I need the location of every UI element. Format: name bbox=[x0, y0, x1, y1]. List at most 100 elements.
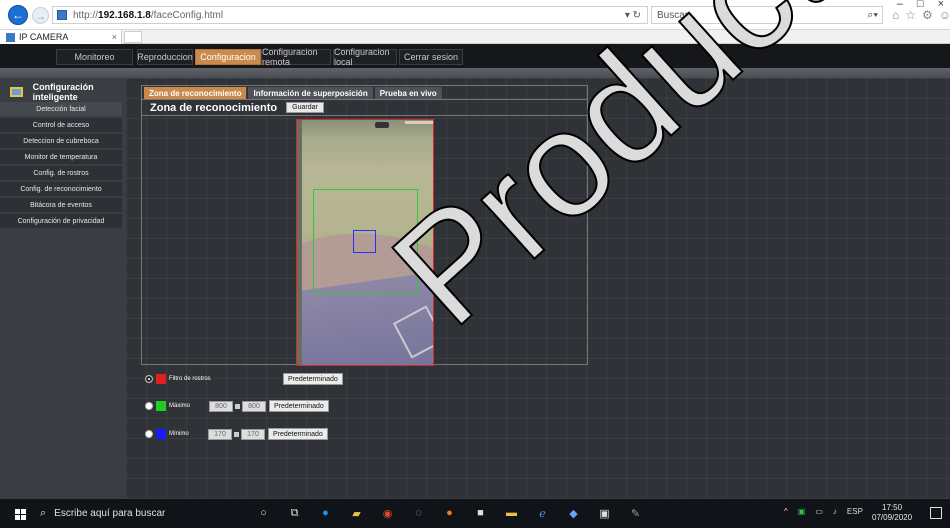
min-row: Mínimo 170 170 Predeterminado bbox=[145, 427, 328, 441]
file-explorer-icon[interactable]: ▰ bbox=[349, 506, 364, 520]
tool-icon[interactable]: ✎ bbox=[628, 506, 643, 520]
browser-address-bar: ← → http://192.168.1.8/faceConfig.html ▾… bbox=[0, 0, 950, 30]
maximize-icon[interactable]: □ bbox=[917, 0, 924, 10]
sidebar-item-bitacora[interactable]: Bitácora de eventos bbox=[0, 198, 122, 212]
min-width-input[interactable]: 170 bbox=[208, 428, 232, 440]
tab-informacion-superposicion[interactable]: Información de superposición bbox=[248, 87, 373, 99]
app-icon[interactable]: ◆ bbox=[566, 506, 581, 520]
network-icon[interactable]: ▭ bbox=[815, 507, 823, 516]
folder-icon[interactable]: ▬ bbox=[504, 506, 519, 520]
language-indicator[interactable]: ESP bbox=[847, 507, 863, 516]
browser-search-input[interactable]: Buscar... ⌕▾ bbox=[651, 6, 883, 24]
close-icon[interactable]: × bbox=[938, 0, 944, 10]
max-default-button[interactable]: Predeterminado bbox=[269, 400, 329, 412]
url-field[interactable]: http://192.168.1.8/faceConfig.html ▾ ↻ bbox=[52, 6, 648, 24]
tab-favicon-icon bbox=[6, 32, 15, 42]
firefox-icon[interactable]: ● bbox=[442, 506, 457, 520]
arrow-left-icon: ← bbox=[12, 8, 24, 22]
sidebar-item-deteccion-facial[interactable]: Detección facial bbox=[0, 102, 122, 116]
tab-prueba-en-vivo[interactable]: Prueba en vivo bbox=[374, 87, 442, 99]
windows-start-icon[interactable] bbox=[15, 509, 26, 520]
sidebar-item-config-rostros[interactable]: Config. de rostros bbox=[0, 166, 122, 180]
url-host: 192.168.1.8 bbox=[98, 9, 151, 21]
page-favicon-icon bbox=[57, 10, 67, 20]
new-tab-button[interactable] bbox=[124, 31, 142, 43]
min-height-input[interactable]: 170 bbox=[241, 428, 265, 440]
face-filter-default-button[interactable]: Predeterminado bbox=[283, 373, 343, 385]
min-face-zone[interactable] bbox=[353, 230, 376, 253]
tab-close-icon[interactable]: × bbox=[112, 32, 117, 42]
sidebar: Configuración inteligente Detección faci… bbox=[0, 78, 126, 499]
sidebar-menu: Detección facial Control de acceso Detec… bbox=[0, 100, 122, 230]
settings-gear-icon[interactable]: ⚙ bbox=[922, 8, 933, 22]
nav-configuracion[interactable]: Configuracion bbox=[195, 49, 261, 65]
home-icon[interactable]: ⌂ bbox=[892, 8, 899, 22]
camera-bar-shape bbox=[405, 121, 433, 124]
min-separator bbox=[234, 431, 239, 437]
nav-reproduccion[interactable]: Reproduccion bbox=[137, 49, 193, 65]
minimize-icon[interactable]: – bbox=[897, 0, 903, 10]
taskbar-clock[interactable]: 17:50 07/09/2020 bbox=[872, 503, 912, 523]
camera-fixture-shape bbox=[375, 122, 389, 128]
zone-header: Zona de reconocimiento Guardar bbox=[141, 100, 588, 116]
sidebar-item-config-reconocimiento[interactable]: Config. de reconocimiento bbox=[0, 182, 122, 196]
main-content: Zona de reconocimiento Información de su… bbox=[126, 78, 950, 499]
chevron-up-icon[interactable]: ^ bbox=[784, 507, 788, 516]
refresh-icon[interactable]: ▾ ↻ bbox=[625, 10, 641, 21]
face-filter-swatch bbox=[156, 374, 166, 384]
forward-button[interactable]: → bbox=[32, 7, 49, 24]
task-view-icon[interactable]: ⧉ bbox=[287, 506, 302, 520]
max-radio[interactable] bbox=[145, 402, 153, 410]
sidebar-item-cubreboca[interactable]: Deteccion de cubreboca bbox=[0, 134, 122, 148]
subtabs: Zona de reconocimiento Información de su… bbox=[141, 85, 588, 100]
system-tray: ^ ▣ ▭ ♪ ESP bbox=[784, 507, 863, 516]
browser-tab[interactable]: IP CAMERA × bbox=[0, 30, 122, 44]
nav-monitoreo[interactable]: Monitoreo bbox=[56, 49, 133, 65]
clock-time: 17:50 bbox=[882, 503, 903, 512]
nav-configuracion-remota[interactable]: Configuracion remota bbox=[261, 47, 331, 67]
chrome-icon[interactable]: ◉ bbox=[380, 506, 395, 520]
cortana-icon[interactable]: ○ bbox=[256, 506, 271, 520]
face-filter-row: Filtro de rostros Predeterminado bbox=[145, 372, 343, 386]
min-radio[interactable] bbox=[145, 430, 153, 438]
main-nav: Monitoreo Reproduccion Configuracion Con… bbox=[56, 47, 463, 67]
photos-icon[interactable]: ▣ bbox=[597, 506, 612, 520]
nav-configuracion-local[interactable]: Configuracion local bbox=[333, 47, 397, 67]
app-header: Monitoreo Reproduccion Configuracion Con… bbox=[0, 44, 950, 68]
taskbar-search-text: Escribe aquí para buscar bbox=[54, 508, 166, 519]
sidebar-item-control-acceso[interactable]: Control de acceso bbox=[0, 118, 122, 132]
browser-tab-bar: IP CAMERA × bbox=[0, 30, 950, 44]
min-default-button[interactable]: Predeterminado bbox=[268, 428, 328, 440]
notification-icon[interactable] bbox=[930, 507, 942, 519]
search-icon[interactable]: ⌕▾ bbox=[867, 9, 878, 22]
clock-date: 07/09/2020 bbox=[872, 513, 913, 522]
nav-cerrar-sesion[interactable]: Cerrar sesion bbox=[399, 49, 463, 65]
max-height-input[interactable]: 800 bbox=[242, 400, 266, 412]
back-button[interactable]: ← bbox=[8, 5, 28, 25]
taskbar-search[interactable]: ⌕ Escribe aquí para buscar bbox=[40, 507, 165, 520]
search-app-icon[interactable]: ◌ bbox=[411, 506, 426, 520]
arrow-right-icon: → bbox=[34, 8, 47, 23]
terminal-icon[interactable]: ■ bbox=[473, 506, 488, 520]
edge-icon[interactable]: ● bbox=[318, 506, 333, 520]
sidebar-item-temperatura[interactable]: Monitor de temperatura bbox=[0, 150, 122, 164]
max-width-input[interactable]: 800 bbox=[209, 400, 233, 412]
favorites-star-icon[interactable]: ☆ bbox=[905, 8, 916, 22]
app-tray-icon[interactable]: ▣ bbox=[798, 507, 806, 516]
internet-explorer-icon[interactable]: ℯ bbox=[535, 506, 550, 520]
taskbar: ⌕ Escribe aquí para buscar ○ ⧉ ● ▰ ◉ ◌ ●… bbox=[0, 499, 950, 528]
filter-options: Filtro de rostros Predeterminado Máximo … bbox=[141, 365, 588, 485]
volume-icon[interactable]: ♪ bbox=[833, 507, 837, 516]
tab-title: IP CAMERA bbox=[19, 32, 69, 42]
sidebar-item-privacidad[interactable]: Configuración de privacidad bbox=[0, 214, 122, 228]
tab-zona-reconocimiento[interactable]: Zona de reconocimiento bbox=[144, 87, 247, 99]
save-button[interactable]: Guardar bbox=[286, 102, 324, 113]
max-row: Máximo 800 800 Predeterminado bbox=[145, 399, 329, 413]
url-path: /faceConfig.html bbox=[150, 9, 224, 21]
smiley-icon[interactable]: ☺ bbox=[939, 8, 950, 22]
max-separator bbox=[235, 403, 240, 409]
window-controls: – □ × bbox=[897, 0, 944, 10]
search-placeholder: Buscar... bbox=[657, 9, 696, 21]
face-filter-radio[interactable] bbox=[145, 375, 153, 383]
page-title: Zona de reconocimiento bbox=[150, 101, 278, 114]
